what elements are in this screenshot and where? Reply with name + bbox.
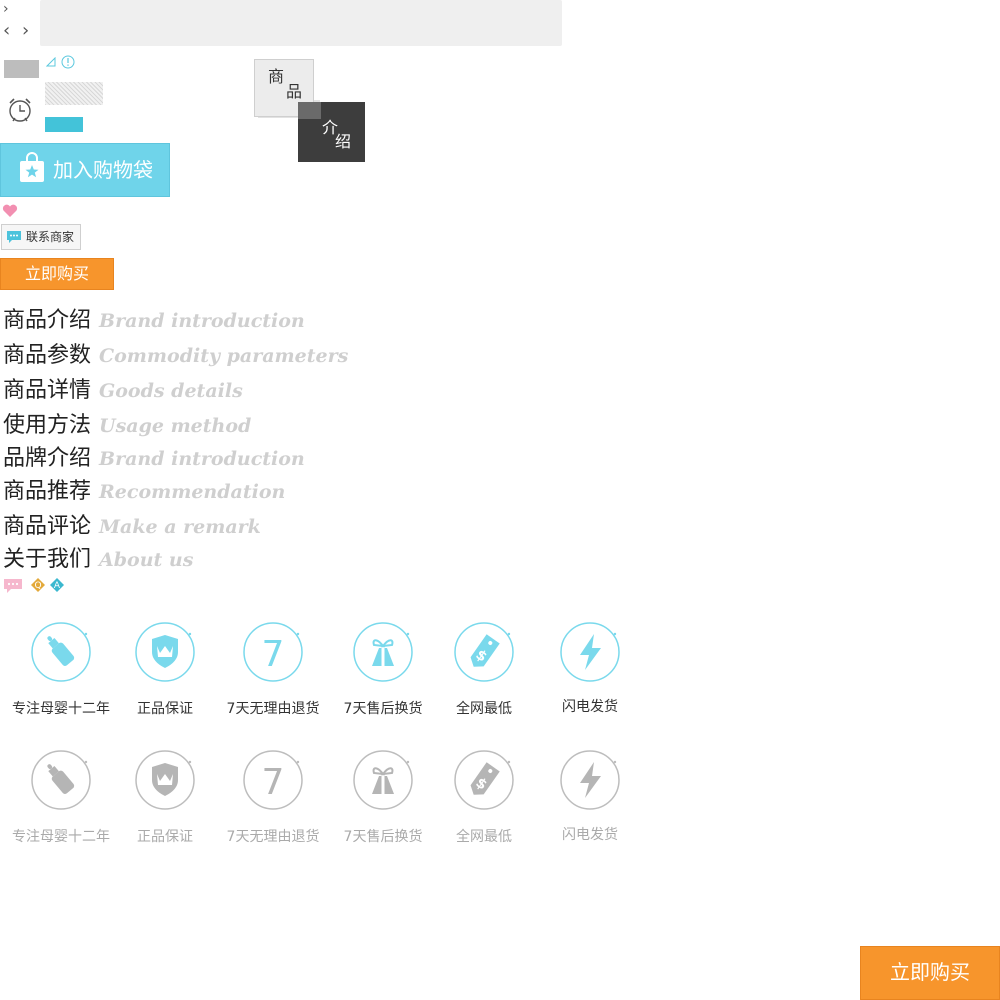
bottle-icon (31, 622, 91, 682)
feature-label: 全网最低 (456, 701, 512, 717)
nav-item-reviews[interactable]: 商品评论 Make a remark (3, 513, 261, 543)
feature-label: 闪电发货 (562, 827, 618, 843)
nav-item-cn: 商品详情 (3, 378, 92, 403)
tab-product-char1: 商 (268, 67, 285, 86)
gift-icon (353, 750, 413, 810)
seven-glyph: 7 (262, 762, 285, 803)
info-icon[interactable] (61, 55, 75, 69)
feature-label: 正品保证 (137, 701, 193, 717)
feature-7day-exchange-gray: 7天售后换货 (328, 750, 438, 860)
feature-label: 专注母婴十二年 (12, 701, 110, 717)
gift-icon (353, 622, 413, 682)
next-arrow-icon[interactable]: › (22, 22, 29, 40)
add-to-bag-label: 加入购物袋 (53, 158, 153, 182)
feature-lowest-price-gray: $ 全网最低 (429, 750, 539, 860)
feature-label: 正品保证 (137, 829, 193, 845)
question-letter: Q (34, 581, 41, 591)
crown-shield-icon (135, 622, 195, 682)
tab-product-char2: 品 (286, 82, 303, 101)
feature-label: 7天售后换货 (343, 701, 423, 717)
contact-seller-label: 联系商家 (26, 230, 75, 244)
nav-item-en: About us (99, 549, 194, 571)
seven-icon: 7 (243, 622, 303, 682)
shopping-bag-icon (20, 152, 44, 182)
chevron-right-icon[interactable]: › (3, 2, 9, 16)
feature-label: 7天无理由退货 (226, 701, 320, 717)
feature-authentic: 正品保证 (110, 622, 220, 732)
nav-item-brand-intro[interactable]: 品牌介绍 Brand introduction (3, 445, 305, 475)
feature-label: 7天无理由退货 (226, 829, 320, 845)
nav-item-en: Usage method (99, 415, 252, 437)
nav-item-en: Commodity parameters (99, 345, 349, 367)
nav-item-en: Brand introduction (99, 448, 305, 470)
nav-item-cn: 商品参数 (3, 343, 92, 368)
nav-item-product-params[interactable]: 商品参数 Commodity parameters (3, 342, 348, 372)
chat-pink-icon[interactable] (3, 578, 23, 594)
crown-shield-icon (135, 750, 195, 810)
feature-authentic-gray: 正品保证 (110, 750, 220, 860)
feature-label: 专注母婴十二年 (12, 829, 110, 845)
buy-now-floating-label: 立即购买 (890, 960, 970, 984)
nav-item-en: Brand introduction (99, 310, 305, 332)
feature-7day-return: 7 7天无理由退货 (218, 622, 328, 732)
nav-item-usage[interactable]: 使用方法 Usage method (3, 412, 251, 442)
tab-intro-corner (298, 102, 321, 119)
tab-intro-char2: 绍 (335, 132, 352, 151)
feature-maternity: 专注母婴十二年 (6, 622, 116, 732)
nav-item-cn: 商品介绍 (3, 308, 92, 333)
seven-icon: 7 (243, 750, 303, 810)
nav-item-recommendation[interactable]: 商品推荐 Recommendation (3, 478, 285, 508)
bottle-icon (31, 750, 91, 810)
edit-icon[interactable] (46, 57, 56, 67)
tag-badge (45, 117, 83, 132)
nav-item-product-intro[interactable]: 商品介绍 Brand introduction (3, 307, 305, 337)
alarm-clock-icon (9, 98, 31, 122)
lightning-icon (560, 750, 620, 810)
buy-now-label: 立即购买 (24, 264, 89, 283)
image-placeholder (4, 60, 39, 78)
feature-label: 全网最低 (456, 829, 512, 845)
feature-fast-delivery-gray: 闪电发货 (535, 750, 645, 860)
nav-item-en: Recommendation (99, 481, 286, 503)
answer-icon[interactable]: A (49, 577, 65, 593)
answer-letter: A (54, 581, 61, 591)
nav-item-about-us[interactable]: 关于我们 About us (3, 546, 193, 576)
price-tag-icon: $ (454, 750, 514, 810)
feature-label: 7天售后换货 (343, 829, 423, 845)
nav-item-en: Goods details (99, 380, 243, 402)
feature-lowest-price: $ 全网最低 (429, 622, 539, 732)
header-placeholder-strip (40, 0, 562, 46)
heart-icon[interactable] (2, 204, 18, 218)
nav-item-cn: 关于我们 (3, 547, 92, 572)
feature-label: 闪电发货 (562, 699, 618, 715)
question-icon[interactable]: Q (30, 577, 46, 593)
nav-item-cn: 商品推荐 (3, 479, 92, 504)
lightning-icon (560, 622, 620, 682)
price-tag-icon: $ (454, 622, 514, 682)
nav-item-cn: 商品评论 (3, 514, 92, 539)
feature-fast-delivery: 闪电发货 (535, 622, 645, 732)
prev-arrow-icon[interactable]: ‹ (3, 22, 10, 40)
feature-maternity-gray: 专注母婴十二年 (6, 750, 116, 860)
countdown-placeholder (45, 82, 103, 105)
seven-glyph: 7 (262, 634, 285, 675)
chat-bubble-icon (7, 231, 21, 243)
feature-7day-return-gray: 7 7天无理由退货 (218, 750, 328, 860)
nav-item-cn: 品牌介绍 (3, 446, 92, 471)
nav-item-cn: 使用方法 (3, 413, 92, 438)
nav-item-en: Make a remark (99, 516, 261, 538)
nav-item-product-details[interactable]: 商品详情 Goods details (3, 377, 243, 407)
feature-7day-exchange: 7天售后换货 (328, 622, 438, 732)
